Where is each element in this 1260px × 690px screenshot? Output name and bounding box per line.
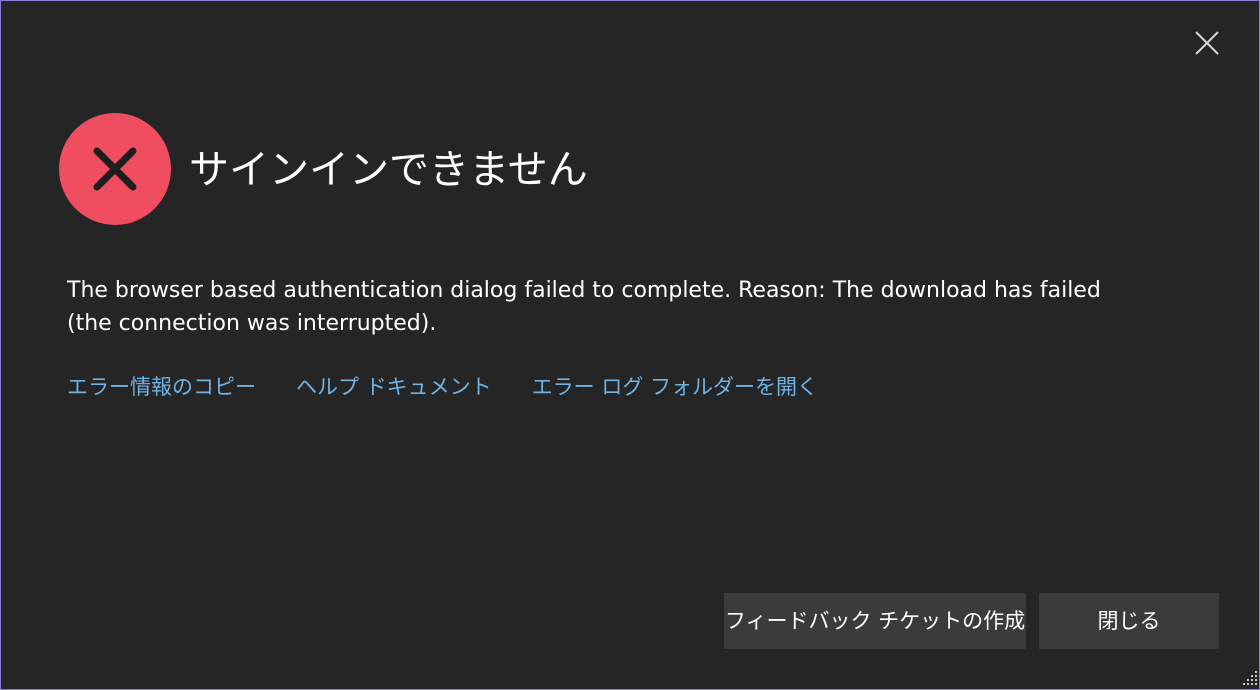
action-links: エラー情報のコピー ヘルプ ドキュメント エラー ログ フォルダーを開く [67,368,858,404]
dialog-title: サインインできません [189,147,588,193]
sign-in-error-dialog: サインインできません The browser based authenticat… [0,0,1260,690]
create-feedback-ticket-button[interactable]: フィードバック チケットの作成 [724,593,1026,649]
error-x-icon [93,147,137,191]
error-status-icon [59,113,171,225]
close-dialog-button[interactable]: 閉じる [1039,593,1219,649]
error-message: The browser based authentication dialog … [67,278,1101,336]
open-error-log-folder-link[interactable]: エラー ログ フォルダーを開く [532,371,818,401]
close-icon [1195,31,1219,55]
resize-grip-icon[interactable] [1239,665,1259,689]
copy-error-info-link[interactable]: エラー情報のコピー [67,371,256,401]
help-documentation-link[interactable]: ヘルプ ドキュメント [296,371,492,401]
close-button[interactable] [1189,25,1225,61]
